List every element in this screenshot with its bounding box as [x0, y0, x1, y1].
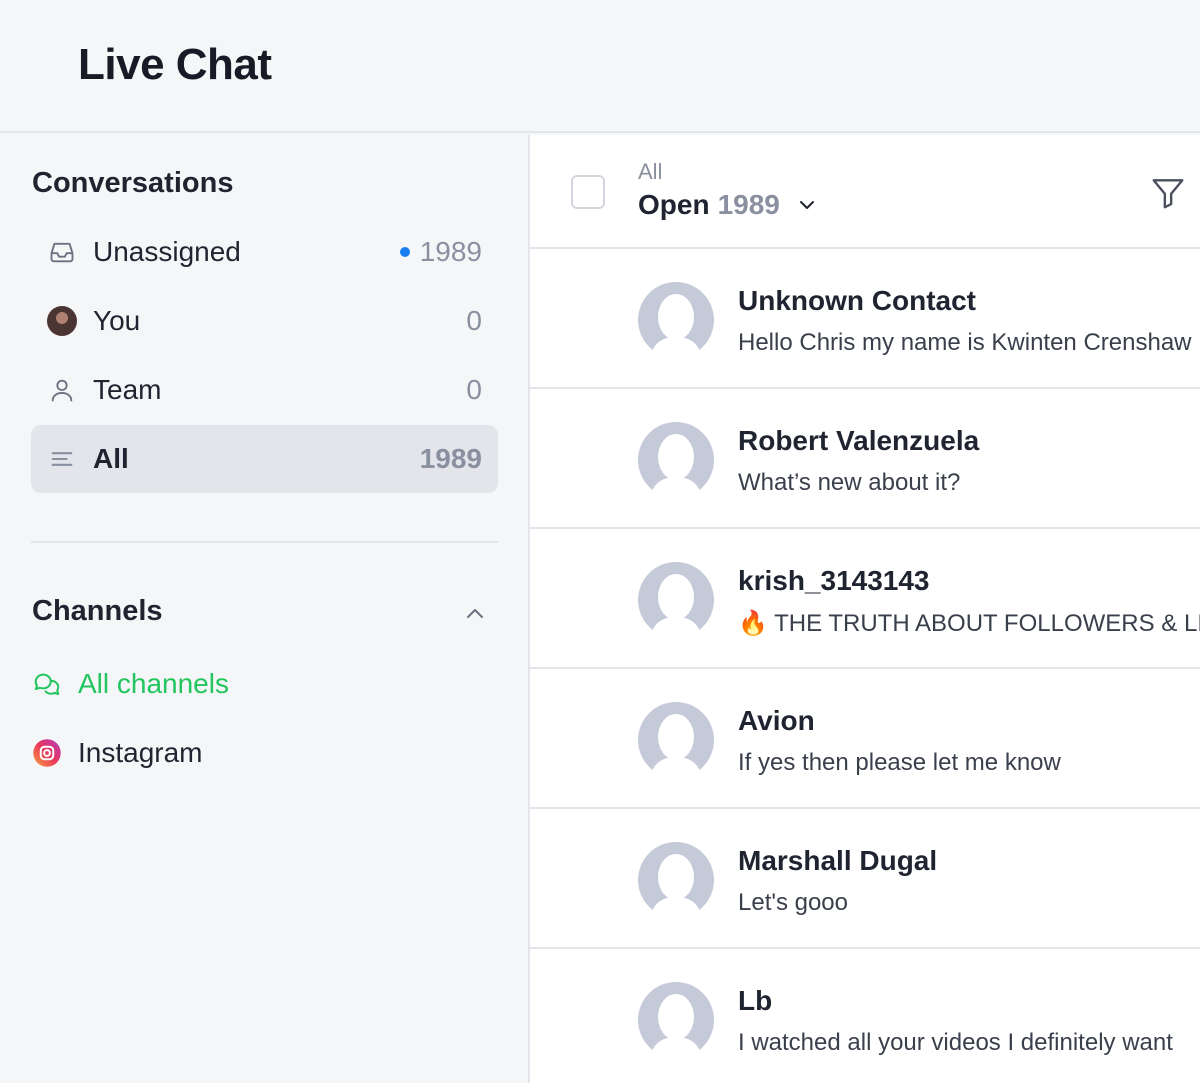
team-count: 0	[466, 374, 482, 405]
avatar-placeholder-icon	[637, 421, 715, 499]
contact-name: Unknown Contact	[738, 285, 976, 316]
conversation-row[interactable]: krish_3143143 🔥 THE TRUTH ABOUT FOLLOWER…	[530, 529, 1200, 669]
chevron-down-icon	[794, 192, 820, 218]
count-value: 1989	[419, 236, 482, 267]
channel-label: All channels	[78, 668, 229, 699]
sidebar-item-label: Team	[93, 374, 162, 405]
filter-icon[interactable]	[1148, 173, 1188, 213]
contact-name: Avion	[738, 705, 815, 736]
status-count: 1989	[717, 189, 780, 220]
conversations-heading: Conversations	[32, 167, 234, 199]
message-preview: Let's gooo	[738, 889, 849, 916]
contact-name: Marshall Dugal	[738, 845, 938, 876]
message-preview: Hello Chris my name is Kwinten Crenshaw	[738, 329, 1192, 356]
unassigned-count: 1989	[399, 236, 482, 268]
sidebar-item-label: Unassigned	[93, 236, 241, 267]
inbox-icon	[47, 237, 77, 267]
avatar-placeholder-icon	[637, 701, 715, 779]
message-preview: 🔥 THE TRUTH ABOUT FOLLOWERS & LIKES	[738, 610, 1200, 637]
conversation-list-panel: All Open 1989 Unknown Contact Hello Chri…	[530, 135, 1200, 1083]
chat-bubbles-icon	[31, 668, 63, 700]
list-header: All Open 1989	[530, 135, 1200, 249]
avatar-placeholder-icon	[637, 561, 715, 639]
sidebar-item-label: You	[93, 305, 141, 336]
conversation-row[interactable]: Marshall Dugal Let's gooo	[530, 809, 1200, 949]
all-count: 1989	[419, 443, 482, 474]
avatar-placeholder-icon	[637, 841, 715, 919]
status-label: Open	[638, 189, 710, 220]
channel-all-channels[interactable]: All channels	[31, 664, 229, 704]
message-preview: If yes then please let me know	[738, 749, 1061, 776]
conversation-row[interactable]: Unknown Contact Hello Chris my name is K…	[530, 249, 1200, 389]
avatar-placeholder-icon	[637, 981, 715, 1059]
sidebar-item-team[interactable]: Team 0	[31, 356, 498, 424]
sidebar-item-all[interactable]: All 1989	[31, 425, 498, 493]
channels-heading: Channels	[32, 595, 163, 627]
contact-name: krish_3143143	[738, 565, 930, 596]
user-avatar	[47, 306, 77, 336]
avatar-placeholder-icon	[637, 281, 715, 359]
list-icon	[47, 444, 77, 474]
sidebar-divider	[31, 541, 498, 543]
conversation-row[interactable]: Avion If yes then please let me know	[530, 669, 1200, 809]
message-preview: What’s new about it?	[738, 469, 961, 496]
conversation-row[interactable]: Robert Valenzuela What’s new about it?	[530, 389, 1200, 529]
contact-name: Lb	[738, 985, 773, 1016]
instagram-icon	[31, 737, 63, 769]
conversation-row[interactable]: Lb I watched all your videos I definitel…	[530, 949, 1200, 1083]
sidebar-item-you[interactable]: You 0	[31, 287, 498, 355]
channel-instagram[interactable]: Instagram	[31, 733, 203, 773]
sidebar-item-label: All	[93, 443, 129, 474]
sidebar: Conversations Unassigned 1989 You 0 Team…	[0, 135, 530, 1083]
unread-dot	[399, 247, 410, 257]
person-icon	[47, 375, 77, 405]
sidebar-item-unassigned[interactable]: Unassigned 1989	[31, 218, 498, 286]
message-preview: I watched all your videos I definitely w…	[738, 1029, 1173, 1056]
page-title: Live Chat	[78, 40, 272, 89]
you-count: 0	[466, 305, 482, 336]
contact-name: Robert Valenzuela	[738, 425, 980, 456]
status-dropdown[interactable]: Open 1989	[638, 189, 820, 221]
top-bar: Live Chat	[0, 0, 1200, 133]
chevron-up-icon[interactable]	[462, 601, 488, 627]
filter-caption: All	[638, 159, 663, 184]
channel-label: Instagram	[78, 737, 203, 768]
select-all-checkbox[interactable]	[571, 175, 605, 209]
